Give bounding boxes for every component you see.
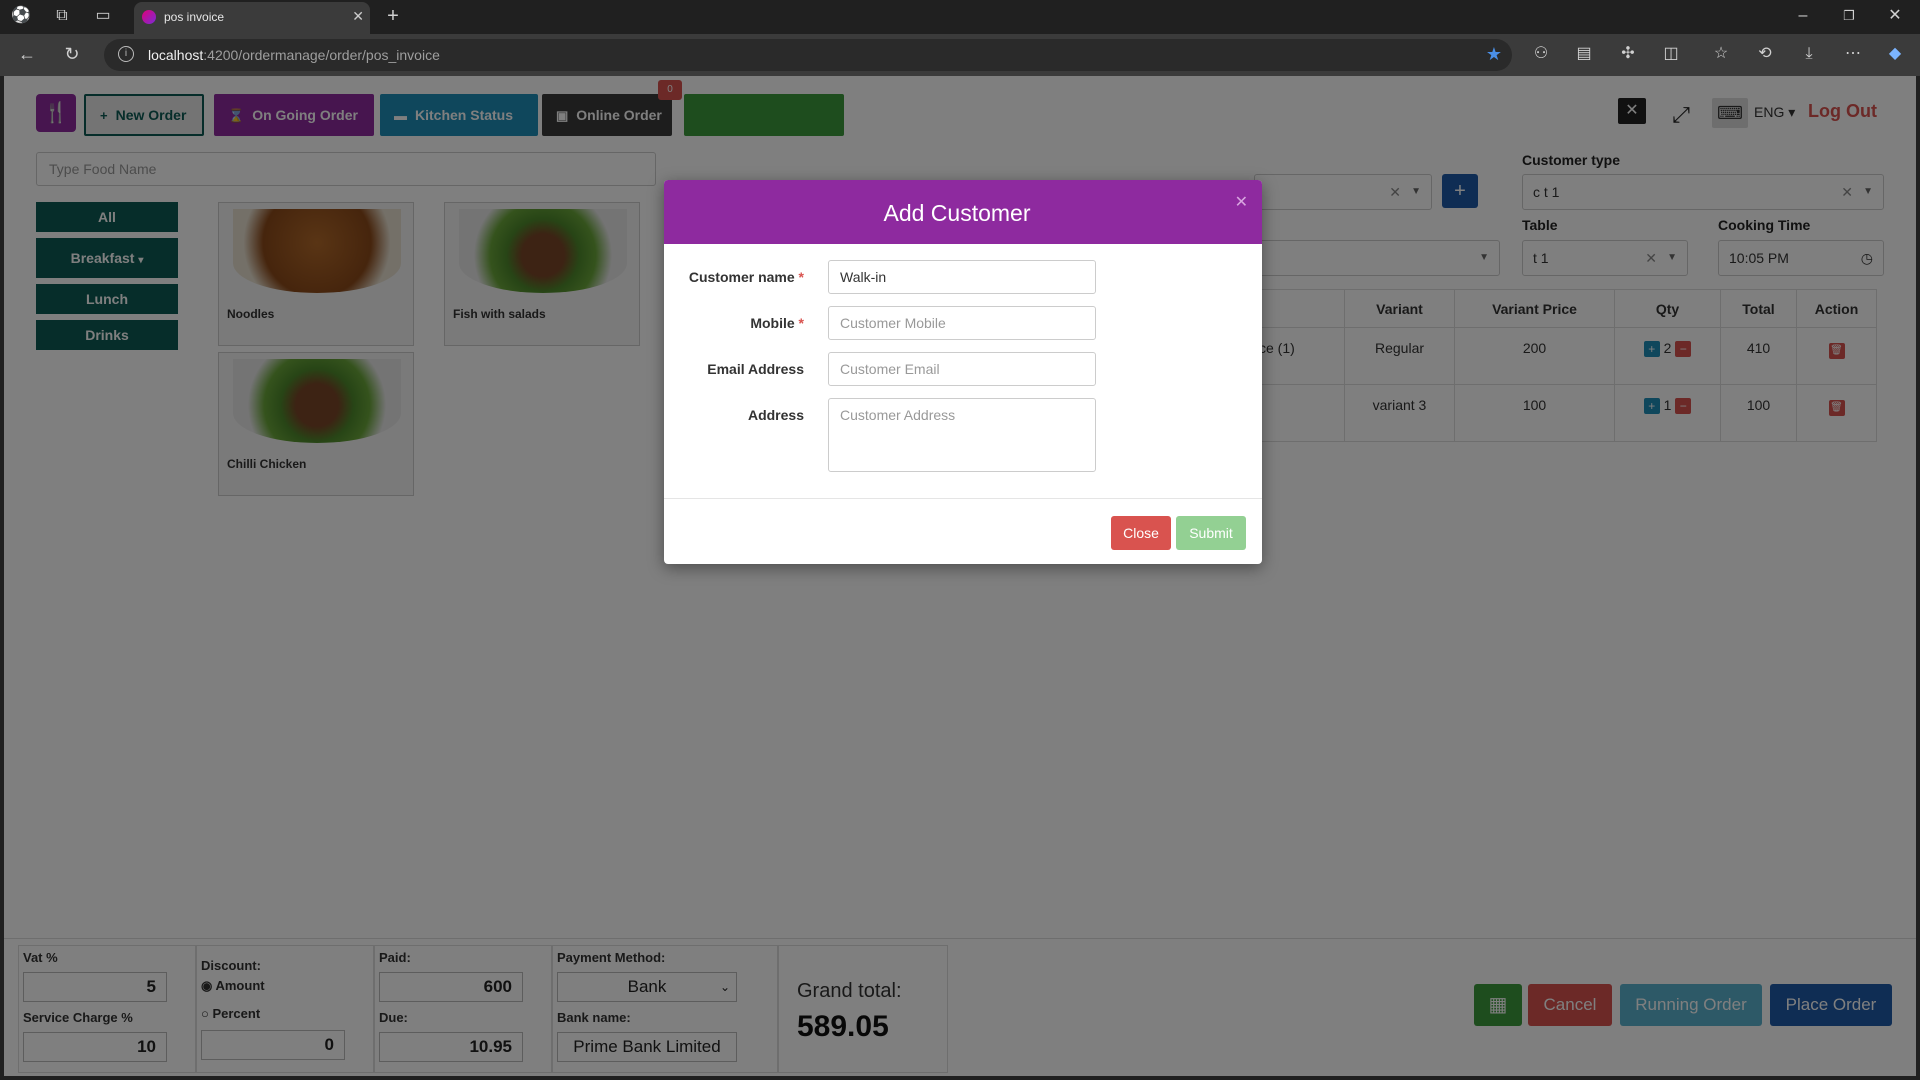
- split-screen-icon[interactable]: ◫: [1660, 44, 1682, 66]
- extension-icon[interactable]: ⚇: [1530, 44, 1552, 66]
- customer-name-label: Customer name *: [688, 269, 804, 285]
- browser-toolbar: ← ↻ i localhost:4200/ordermanage/order/p…: [0, 34, 1920, 76]
- workspaces-icon[interactable]: ⧉: [51, 6, 73, 28]
- profile-icon[interactable]: ⚽: [10, 6, 32, 28]
- pos-page: 🍴 +New Order ⌛On Going Order ▬Kitchen St…: [4, 76, 1916, 1076]
- email-field[interactable]: Customer Email: [828, 352, 1096, 386]
- add-customer-modal: Add Customer ✕ Customer name * Walk-in M…: [664, 180, 1262, 564]
- favorite-star-icon[interactable]: ★: [1486, 44, 1502, 65]
- email-label: Email Address: [707, 361, 804, 377]
- url-text: localhost:4200/ordermanage/order/pos_inv…: [148, 47, 440, 63]
- downloads-icon[interactable]: ⤓: [1798, 44, 1820, 66]
- address-bar[interactable]: i localhost:4200/ordermanage/order/pos_i…: [104, 39, 1512, 71]
- copilot-icon[interactable]: ◆: [1884, 44, 1906, 66]
- mobile-label: Mobile *: [750, 315, 804, 331]
- history-icon[interactable]: ⟲: [1754, 44, 1776, 66]
- site-info-icon[interactable]: i: [118, 46, 134, 62]
- app-icon[interactable]: ▤: [1573, 44, 1595, 66]
- tab-favicon-icon: [142, 10, 156, 24]
- reload-icon[interactable]: ↻: [61, 44, 83, 66]
- browser-tab[interactable]: pos invoice ✕: [134, 2, 370, 34]
- mobile-field[interactable]: Customer Mobile: [828, 306, 1096, 340]
- new-tab-icon[interactable]: +: [382, 6, 404, 28]
- address-label: Address: [747, 407, 804, 423]
- tab-title: pos invoice: [164, 10, 225, 24]
- browser-tab-bar: ⚽ ⧉ ▭ pos invoice ✕ + – ❐ ✕: [0, 0, 1920, 34]
- close-button[interactable]: Close: [1111, 516, 1171, 550]
- address-field[interactable]: Customer Address: [828, 398, 1096, 472]
- submit-button[interactable]: Submit: [1176, 516, 1246, 550]
- minimize-icon[interactable]: –: [1792, 6, 1814, 28]
- more-menu-icon[interactable]: ⋯: [1842, 44, 1864, 66]
- modal-divider: [664, 498, 1262, 499]
- modal-header: Add Customer ✕: [664, 180, 1262, 244]
- restore-icon[interactable]: ❐: [1838, 6, 1860, 28]
- close-icon[interactable]: ✕: [1235, 192, 1248, 212]
- favorites-icon[interactable]: ☆: [1710, 44, 1732, 66]
- close-tab-icon[interactable]: ✕: [352, 8, 364, 25]
- tab-actions-icon[interactable]: ▭: [92, 6, 114, 28]
- close-window-icon[interactable]: ✕: [1884, 6, 1906, 28]
- back-icon[interactable]: ←: [16, 44, 38, 66]
- extensions-puzzle-icon[interactable]: ✣: [1617, 44, 1639, 66]
- modal-title: Add Customer: [883, 200, 1031, 226]
- customer-name-field[interactable]: Walk-in: [828, 260, 1096, 294]
